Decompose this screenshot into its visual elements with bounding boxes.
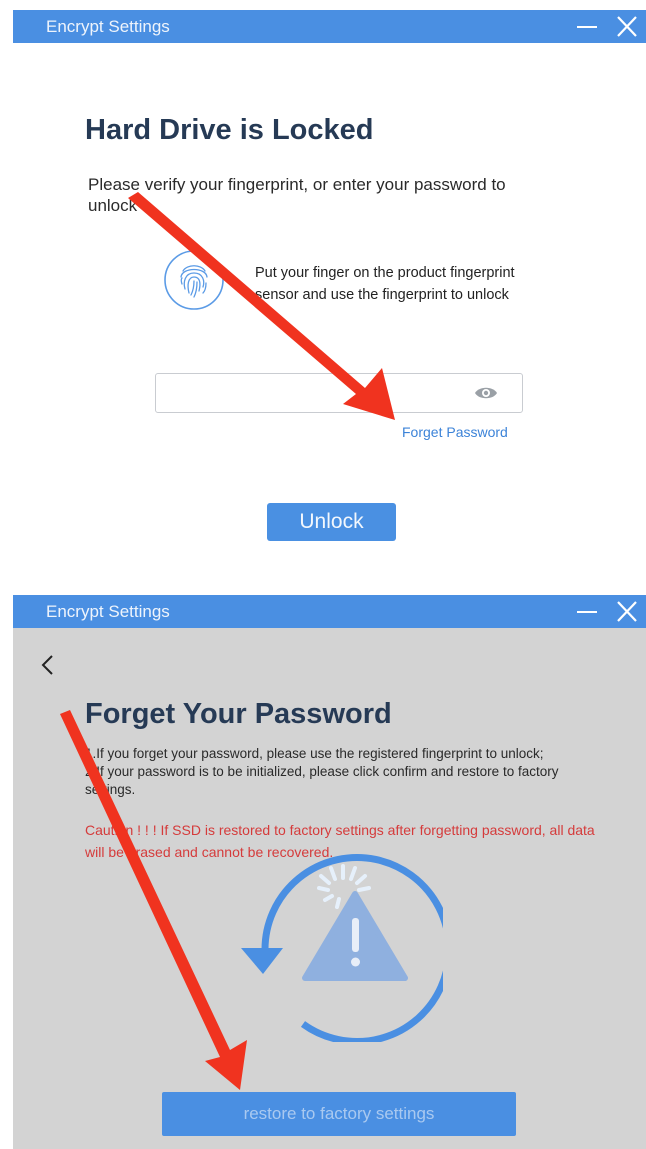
minimize-icon[interactable]	[573, 595, 603, 628]
chevron-left-icon[interactable]	[38, 653, 58, 677]
instruction-step-2: 2.If your password is to be initialized,…	[85, 764, 559, 797]
titlebar: Encrypt Settings	[13, 10, 646, 43]
window-title: Encrypt Settings	[46, 17, 170, 36]
unlock-button-label: Unlock	[299, 510, 364, 533]
restore-factory-settings-button[interactable]: restore to factory settings	[162, 1092, 516, 1136]
locked-window: Encrypt Settings Hard Drive is Locked Pl…	[13, 10, 646, 570]
instructions: 1.If you forget your password, please us…	[85, 745, 605, 799]
password-input[interactable]	[164, 382, 468, 406]
page-title: Forget Your Password	[85, 698, 392, 730]
instruction-step-1: 1.If you forget your password, please us…	[85, 746, 544, 761]
fingerprint-instruction: Put your finger on the product fingerpri…	[255, 265, 515, 303]
instruction-text: Please verify your fingerprint, or enter…	[88, 175, 506, 215]
close-icon[interactable]	[613, 10, 643, 43]
restore-warning-icon	[233, 852, 453, 1045]
close-icon[interactable]	[613, 595, 643, 628]
password-field[interactable]	[155, 373, 523, 413]
eye-icon[interactable]	[474, 384, 498, 402]
fingerprint-icon	[163, 249, 225, 311]
forget-password-link[interactable]: Forget Password	[402, 424, 508, 440]
forget-password-window: Encrypt Settings Forget Your Password 1.…	[13, 595, 646, 1149]
window-title: Encrypt Settings	[46, 602, 170, 621]
minimize-icon[interactable]	[573, 10, 603, 43]
unlock-button[interactable]: Unlock	[267, 503, 396, 541]
page-title: Hard Drive is Locked	[85, 114, 374, 146]
titlebar: Encrypt Settings	[13, 595, 646, 628]
restore-button-label: restore to factory settings	[243, 1104, 435, 1123]
